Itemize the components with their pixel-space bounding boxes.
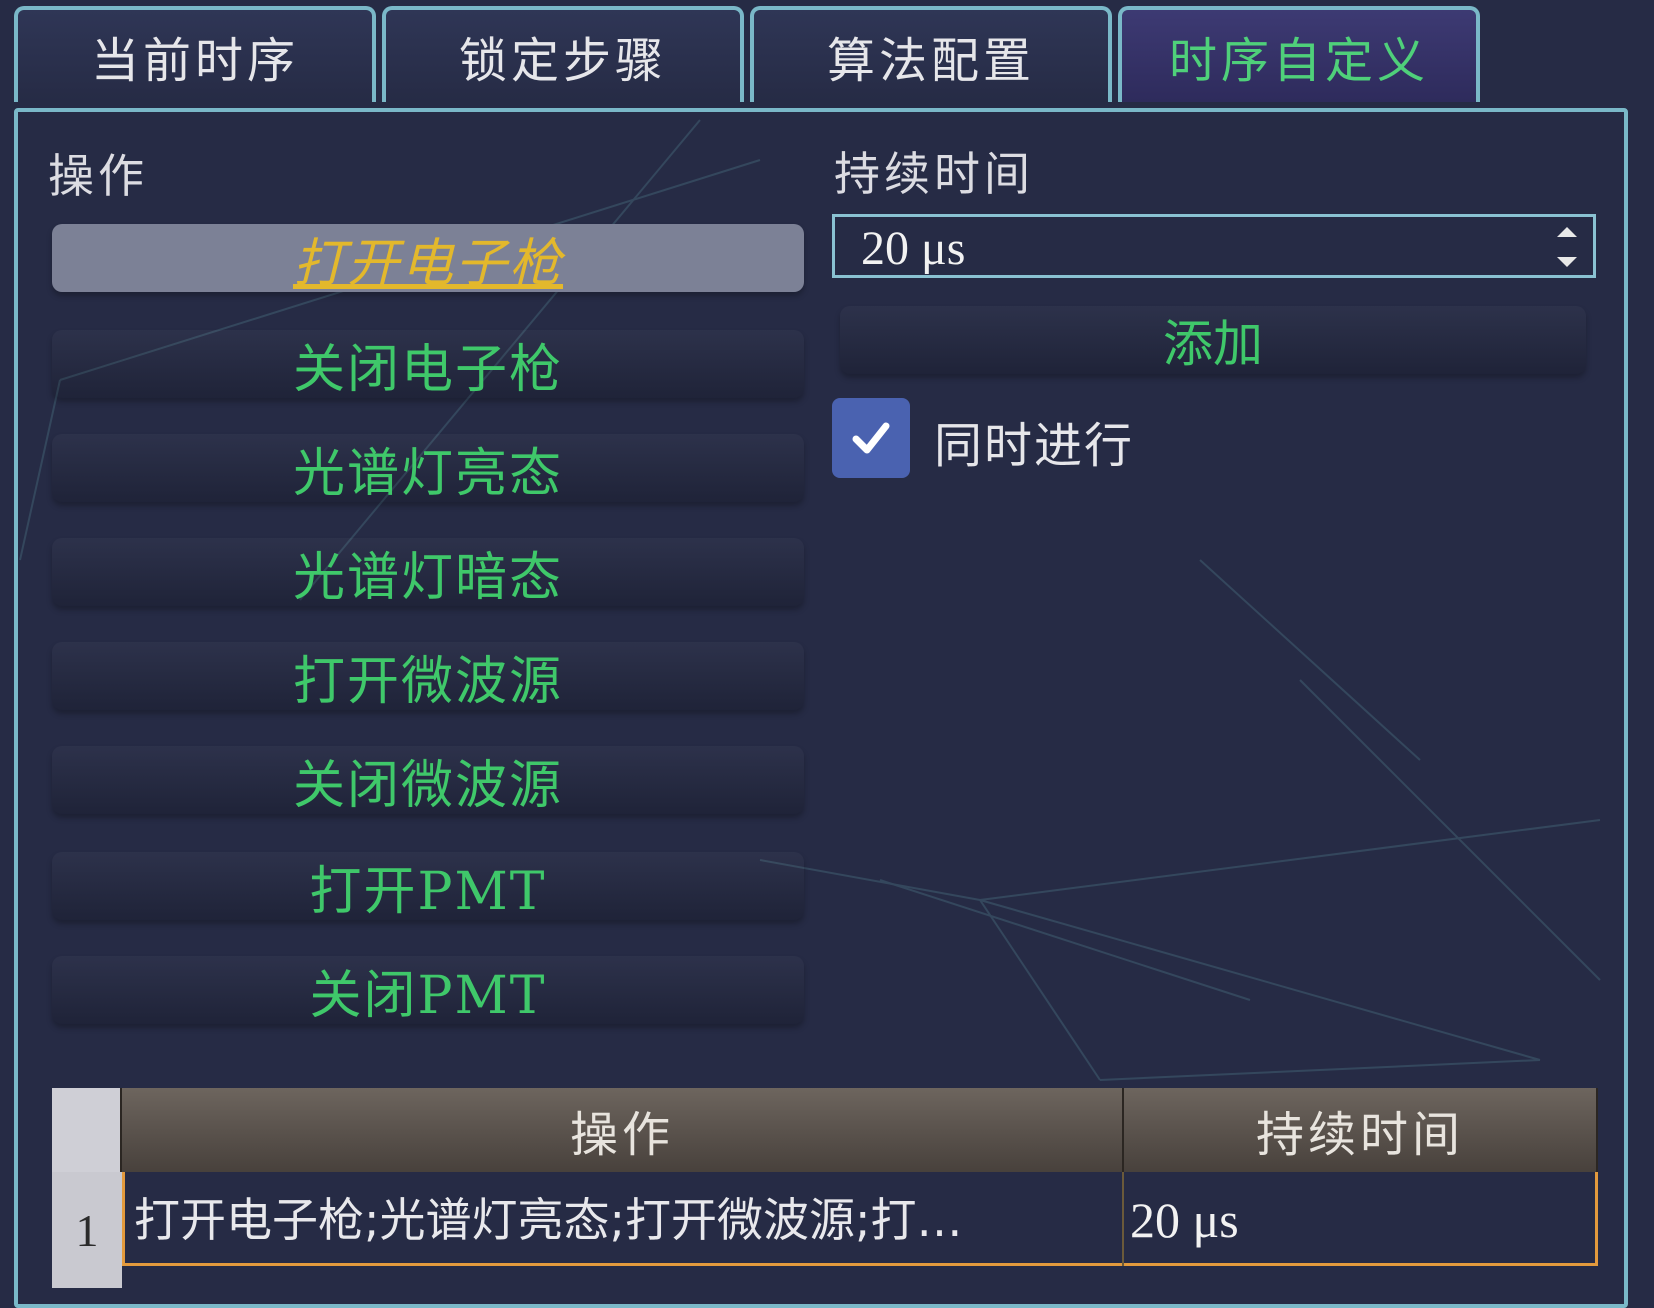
duration-label: 持续时间 (834, 147, 1034, 201)
duration-spinbox[interactable]: 20 μs (832, 214, 1596, 278)
op-button-close-microwave[interactable]: 关闭微波源 (52, 746, 804, 816)
sequence-table: 操作 持续时间 1 打开电子枪;光谱灯亮态;打开微波源;打… 20 μs (52, 1088, 1598, 1288)
row-header[interactable]: 1 (52, 1172, 122, 1288)
cell-operation[interactable]: 打开电子枪;光谱灯亮态;打开微波源;打… (134, 1180, 1094, 1260)
column-header-operation[interactable]: 操作 (122, 1088, 1124, 1172)
op-button-open-electron-gun[interactable]: 打开电子枪 (52, 224, 804, 294)
cell-divider (1122, 1172, 1124, 1266)
spin-down-arrow-icon[interactable] (1557, 257, 1577, 267)
tab-lock-steps[interactable]: 锁定步骤 (382, 6, 744, 102)
table-corner[interactable] (52, 1088, 122, 1172)
column-header-duration[interactable]: 持续时间 (1124, 1088, 1598, 1172)
op-button-close-electron-gun[interactable]: 关闭电子枪 (52, 330, 804, 400)
op-button-open-microwave[interactable]: 打开微波源 (52, 642, 804, 712)
op-button-close-pmt[interactable]: 关闭PMT (52, 956, 804, 1026)
tab-algorithm-config[interactable]: 算法配置 (750, 6, 1112, 102)
spin-up-arrow-icon[interactable] (1557, 227, 1577, 237)
simultaneous-checkbox[interactable] (832, 398, 910, 478)
op-button-lamp-bright[interactable]: 光谱灯亮态 (52, 434, 804, 504)
add-button[interactable]: 添加 (840, 306, 1586, 374)
duration-value: 20 μs (861, 222, 966, 275)
simultaneous-label: 同时进行 (934, 418, 1135, 474)
op-button-lamp-dark[interactable]: 光谱灯暗态 (52, 538, 804, 608)
op-button-open-pmt[interactable]: 打开PMT (52, 852, 804, 922)
checkmark-icon (852, 422, 890, 454)
tab-sequence-custom[interactable]: 时序自定义 (1118, 6, 1480, 102)
tab-current-sequence[interactable]: 当前时序 (14, 6, 376, 102)
cell-duration[interactable]: 20 μs (1130, 1180, 1239, 1260)
operations-label: 操作 (48, 149, 148, 203)
